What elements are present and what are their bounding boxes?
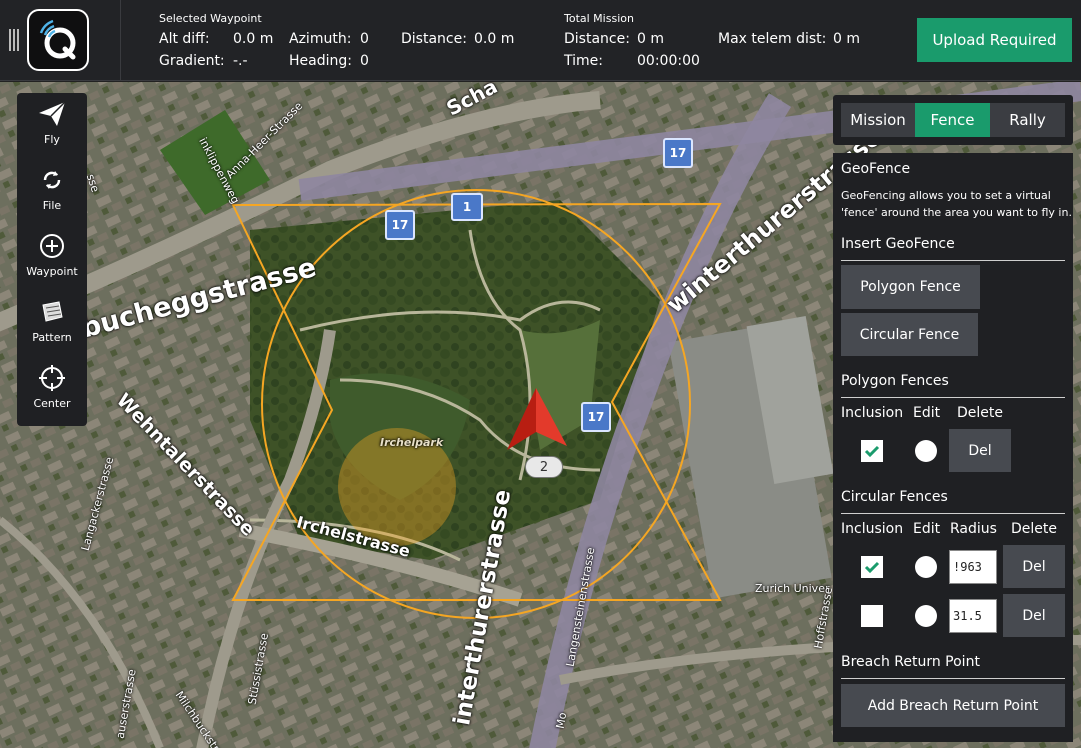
column-delete: Delete <box>957 405 1003 421</box>
circular-fence-button[interactable]: Circular Fence <box>841 313 978 356</box>
azimuth-row: Azimuth: 0 <box>289 31 369 47</box>
file-tool-button[interactable]: File <box>17 159 87 225</box>
tool-label: Pattern <box>32 331 72 344</box>
heading-value: 0 <box>360 53 369 69</box>
tool-label: Center <box>33 397 71 410</box>
circle-edit-radio[interactable] <box>915 556 937 578</box>
center-tool-button[interactable]: Center <box>17 357 87 423</box>
plan-tool-strip: Fly File Waypoint Pattern Center <box>17 93 87 426</box>
park-label: Irchelpark <box>380 436 444 449</box>
checkmark-icon <box>864 445 880 458</box>
pattern-tool-button[interactable]: Pattern <box>17 291 87 357</box>
total-mission-heading: Total Mission <box>564 12 634 25</box>
circle-edit-radio[interactable] <box>915 605 937 627</box>
circle-inclusion-checkbox[interactable] <box>861 605 883 627</box>
azimuth-label: Azimuth: <box>289 31 352 47</box>
route-badge: 17 <box>385 210 415 240</box>
max-telem-row: Max telem dist: 0 m <box>718 31 860 47</box>
column-inclusion: Inclusion <box>841 405 904 421</box>
checkmark-icon <box>864 561 880 574</box>
gradient-label: Gradient: <box>159 53 225 69</box>
street-label: Zurich Univer <box>755 582 830 595</box>
polygon-fence-button[interactable]: Polygon Fence <box>841 265 980 309</box>
section-divider <box>841 678 1065 679</box>
tab-fence[interactable]: Fence <box>915 103 990 137</box>
distance-value: 0.0 m <box>474 31 515 47</box>
waypoint-marker-1[interactable]: 1 <box>451 193 483 221</box>
column-edit: Edit <box>913 405 941 421</box>
column-radius: Radius <box>950 521 997 537</box>
polygon-edit-radio[interactable] <box>915 440 937 462</box>
gradient-row: Gradient: -.- <box>159 53 248 69</box>
insert-geofence-heading: Insert GeoFence <box>841 236 955 252</box>
polygon-inclusion-checkbox[interactable] <box>861 440 883 462</box>
geofence-panel: GeoFence GeoFencing allows you to set a … <box>833 153 1073 742</box>
tool-label: File <box>42 199 62 212</box>
paper-plane-icon <box>39 101 66 126</box>
geofence-title: GeoFence <box>841 161 911 177</box>
circle-radius-field[interactable]: 31.5 m <box>949 599 997 633</box>
alt-diff-value: 0.0 m <box>233 31 274 47</box>
fly-tool-button[interactable]: Fly <box>17 93 87 159</box>
plan-type-tabs: Mission Fence Rally <box>833 95 1073 145</box>
mission-distance-value: 0 m <box>637 31 664 47</box>
crosshair-icon <box>39 365 65 391</box>
pattern-icon <box>42 301 63 322</box>
route-badge: 17 <box>663 138 693 168</box>
geofence-description: GeoFencing allows you to set a virtual <box>841 189 1051 202</box>
circular-fences-heading: Circular Fences <box>841 489 948 505</box>
selected-waypoint-heading: Selected Waypoint <box>159 12 262 25</box>
alt-diff-row: Alt diff: 0.0 m <box>159 31 273 47</box>
max-telem-value: 0 m <box>833 31 860 47</box>
distance-row: Distance: 0.0 m <box>401 31 514 47</box>
mission-distance-row: Distance: 0 m <box>564 31 664 47</box>
column-inclusion: Inclusion <box>841 521 904 537</box>
mission-time-label: Time: <box>564 53 603 69</box>
waypoint-tool-button[interactable]: Waypoint <box>17 225 87 291</box>
tab-rally[interactable]: Rally <box>990 103 1065 137</box>
top-toolbar: Selected Waypoint Alt diff: 0.0 m Gradien… <box>0 0 1081 81</box>
circle-delete-button[interactable]: Del <box>1003 545 1065 588</box>
column-edit: Edit <box>913 521 941 537</box>
street-label: Mo <box>553 711 570 730</box>
section-divider <box>841 397 1065 398</box>
tool-label: Waypoint <box>26 265 78 278</box>
circle-delete-button[interactable]: Del <box>1003 594 1065 637</box>
route-badge: 17 <box>581 402 611 432</box>
section-divider <box>841 513 1065 514</box>
polygon-fences-heading: Polygon Fences <box>841 373 949 389</box>
toolbar-divider <box>120 0 121 81</box>
menu-grip-icon[interactable] <box>9 29 19 51</box>
qgc-logo-icon[interactable] <box>27 9 89 71</box>
tab-mission[interactable]: Mission <box>841 103 915 137</box>
heading-row: Heading: 0 <box>289 53 369 69</box>
distance-label: Distance: <box>401 31 467 47</box>
section-divider <box>841 260 1065 261</box>
breach-return-heading: Breach Return Point <box>841 654 980 670</box>
waypoint-marker-2[interactable]: 2 <box>525 456 563 478</box>
heading-label: Heading: <box>289 53 352 69</box>
alt-diff-label: Alt diff: <box>159 31 210 47</box>
mission-time-value: 00:00:00 <box>637 53 700 69</box>
add-breach-return-point-button[interactable]: Add Breach Return Point <box>841 684 1065 727</box>
max-telem-label: Max telem dist: <box>718 31 827 47</box>
mission-distance-label: Distance: <box>564 31 630 47</box>
plus-circle-icon <box>40 234 64 258</box>
gradient-value: -.- <box>233 53 248 69</box>
azimuth-value: 0 <box>360 31 369 47</box>
polygon-delete-button[interactable]: Del <box>949 429 1011 472</box>
circle-inclusion-checkbox[interactable] <box>861 556 883 578</box>
tool-label: Fly <box>44 133 60 146</box>
mission-time-row: Time: 00:00:00 <box>564 53 700 69</box>
column-delete: Delete <box>1011 521 1057 537</box>
circle-radius-field[interactable]: !963 m <box>949 550 997 584</box>
geofence-description: 'fence' around the area you want to fly … <box>841 206 1072 219</box>
sync-icon <box>43 171 61 189</box>
upload-required-button[interactable]: Upload Required <box>917 18 1072 62</box>
